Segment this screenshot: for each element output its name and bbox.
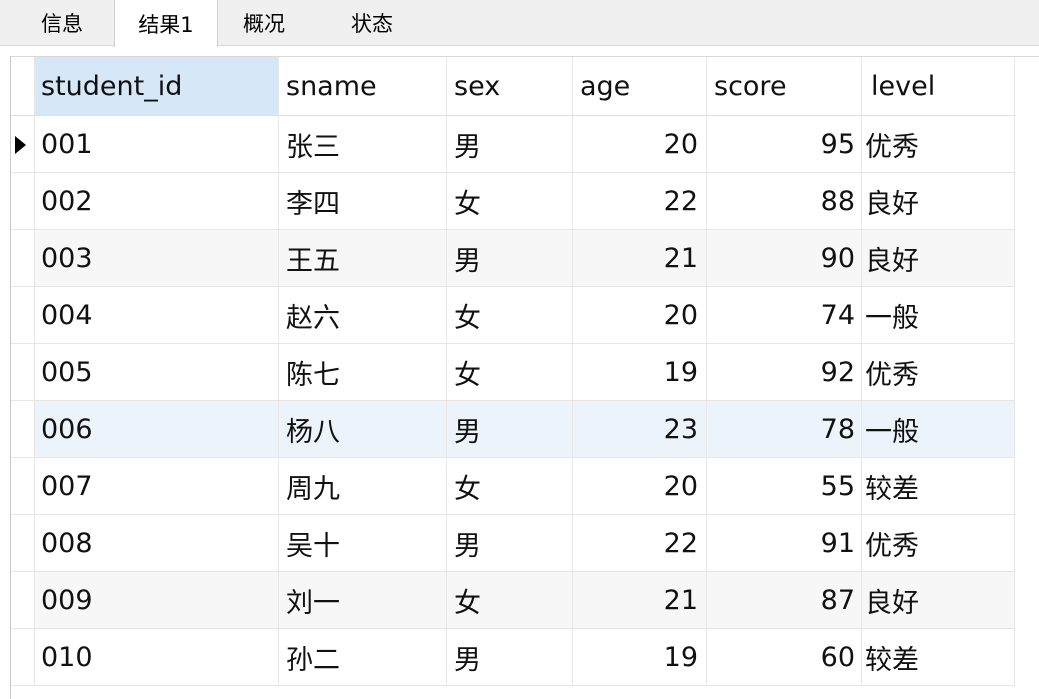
cell-sex[interactable]: 女 [447,173,573,229]
cell-age[interactable]: 23 [573,401,707,457]
table-header-row: student_id sname sex age score level [11,57,1015,116]
row-marker[interactable] [11,344,35,400]
table-row[interactable]: 007 周九 女 20 55 较差 [11,458,1015,515]
cell-level[interactable]: 一般 [862,287,1015,343]
query-result-window: 信息 结果1 概况 状态 student_id sname sex age sc… [0,0,1039,699]
cell-student-id[interactable]: 004 [35,287,279,343]
cell-level[interactable]: 优秀 [862,515,1015,571]
cell-sname[interactable]: 杨八 [279,401,447,457]
current-row-arrow-icon [15,136,26,154]
cell-level[interactable]: 较差 [862,629,1015,685]
cell-score[interactable]: 60 [707,629,862,685]
cell-student-id[interactable]: 005 [35,344,279,400]
cell-student-id[interactable]: 008 [35,515,279,571]
cell-score[interactable]: 95 [707,116,862,172]
cell-student-id[interactable]: 009 [35,572,279,628]
cell-sname[interactable]: 李四 [279,173,447,229]
table-row[interactable]: 006 杨八 男 23 78 一般 [11,401,1015,458]
cell-student-id[interactable]: 001 [35,116,279,172]
row-marker[interactable] [11,401,35,457]
column-header-level[interactable]: level [862,57,1015,115]
cell-score[interactable]: 91 [707,515,862,571]
table-row[interactable]: 001 张三 男 20 95 优秀 [11,116,1015,173]
cell-score[interactable]: 78 [707,401,862,457]
cell-sex[interactable]: 女 [447,344,573,400]
tab-status[interactable]: 状态 [326,0,418,45]
cell-sex[interactable]: 女 [447,458,573,514]
cell-sex[interactable]: 男 [447,116,573,172]
cell-level[interactable]: 良好 [862,173,1015,229]
cell-sname[interactable]: 赵六 [279,287,447,343]
cell-level[interactable]: 优秀 [862,116,1015,172]
column-header-student-id[interactable]: student_id [35,57,279,115]
cell-student-id[interactable]: 010 [35,629,279,685]
row-marker[interactable] [11,173,35,229]
cell-sex[interactable]: 女 [447,287,573,343]
column-header-sex[interactable]: sex [447,57,573,115]
cell-student-id[interactable]: 006 [35,401,279,457]
cell-sname[interactable]: 刘一 [279,572,447,628]
table-row[interactable]: 008 吴十 男 22 91 优秀 [11,515,1015,572]
cell-score[interactable]: 88 [707,173,862,229]
cell-level[interactable]: 良好 [862,230,1015,286]
table-row[interactable]: 010 孙二 男 19 60 较差 [11,629,1015,686]
cell-sex[interactable]: 男 [447,515,573,571]
table-row[interactable]: 003 王五 男 21 90 良好 [11,230,1015,287]
cell-age[interactable]: 20 [573,458,707,514]
tab-info[interactable]: 信息 [20,0,104,45]
cell-student-id[interactable]: 007 [35,458,279,514]
column-header-age[interactable]: age [573,57,707,115]
cell-sname[interactable]: 陈七 [279,344,447,400]
table-row[interactable]: 004 赵六 女 20 74 一般 [11,287,1015,344]
cell-level[interactable]: 一般 [862,401,1015,457]
tab-overview[interactable]: 概况 [218,0,310,45]
column-header-score[interactable]: score [707,57,862,115]
row-marker[interactable] [11,515,35,571]
cell-sex[interactable]: 男 [447,629,573,685]
cell-age[interactable]: 22 [573,173,707,229]
row-marker[interactable] [11,116,35,172]
cell-sex[interactable]: 女 [447,572,573,628]
cell-score[interactable]: 55 [707,458,862,514]
cell-score[interactable]: 87 [707,572,862,628]
cell-sex[interactable]: 男 [447,401,573,457]
tab-result-1[interactable]: 结果1 [114,0,218,47]
cell-level[interactable]: 较差 [862,458,1015,514]
row-marker[interactable] [11,572,35,628]
row-marker[interactable] [11,287,35,343]
table-row[interactable]: 005 陈七 女 19 92 优秀 [11,344,1015,401]
cell-age[interactable]: 20 [573,116,707,172]
cell-age[interactable]: 21 [573,572,707,628]
result-grid: student_id sname sex age score level 001… [10,56,1039,699]
cell-sname[interactable]: 吴十 [279,515,447,571]
table-row[interactable]: 009 刘一 女 21 87 良好 [11,572,1015,629]
column-header-sname[interactable]: sname [279,57,447,115]
cell-sname[interactable]: 孙二 [279,629,447,685]
cell-score[interactable]: 74 [707,287,862,343]
cell-sname[interactable]: 张三 [279,116,447,172]
cell-score[interactable]: 92 [707,344,862,400]
cell-age[interactable]: 20 [573,287,707,343]
cell-sex[interactable]: 男 [447,230,573,286]
cell-level[interactable]: 优秀 [862,344,1015,400]
cell-age[interactable]: 19 [573,629,707,685]
row-marker[interactable] [11,230,35,286]
row-marker[interactable] [11,458,35,514]
cell-student-id[interactable]: 003 [35,230,279,286]
cell-age[interactable]: 19 [573,344,707,400]
cell-score[interactable]: 90 [707,230,862,286]
header-row-marker [11,57,35,115]
row-marker[interactable] [11,629,35,685]
cell-student-id[interactable]: 002 [35,173,279,229]
cell-level[interactable]: 良好 [862,572,1015,628]
cell-sname[interactable]: 周九 [279,458,447,514]
cell-sname[interactable]: 王五 [279,230,447,286]
cell-age[interactable]: 21 [573,230,707,286]
table-row[interactable]: 002 李四 女 22 88 良好 [11,173,1015,230]
result-tab-bar: 信息 结果1 概况 状态 [0,0,1039,47]
cell-age[interactable]: 22 [573,515,707,571]
